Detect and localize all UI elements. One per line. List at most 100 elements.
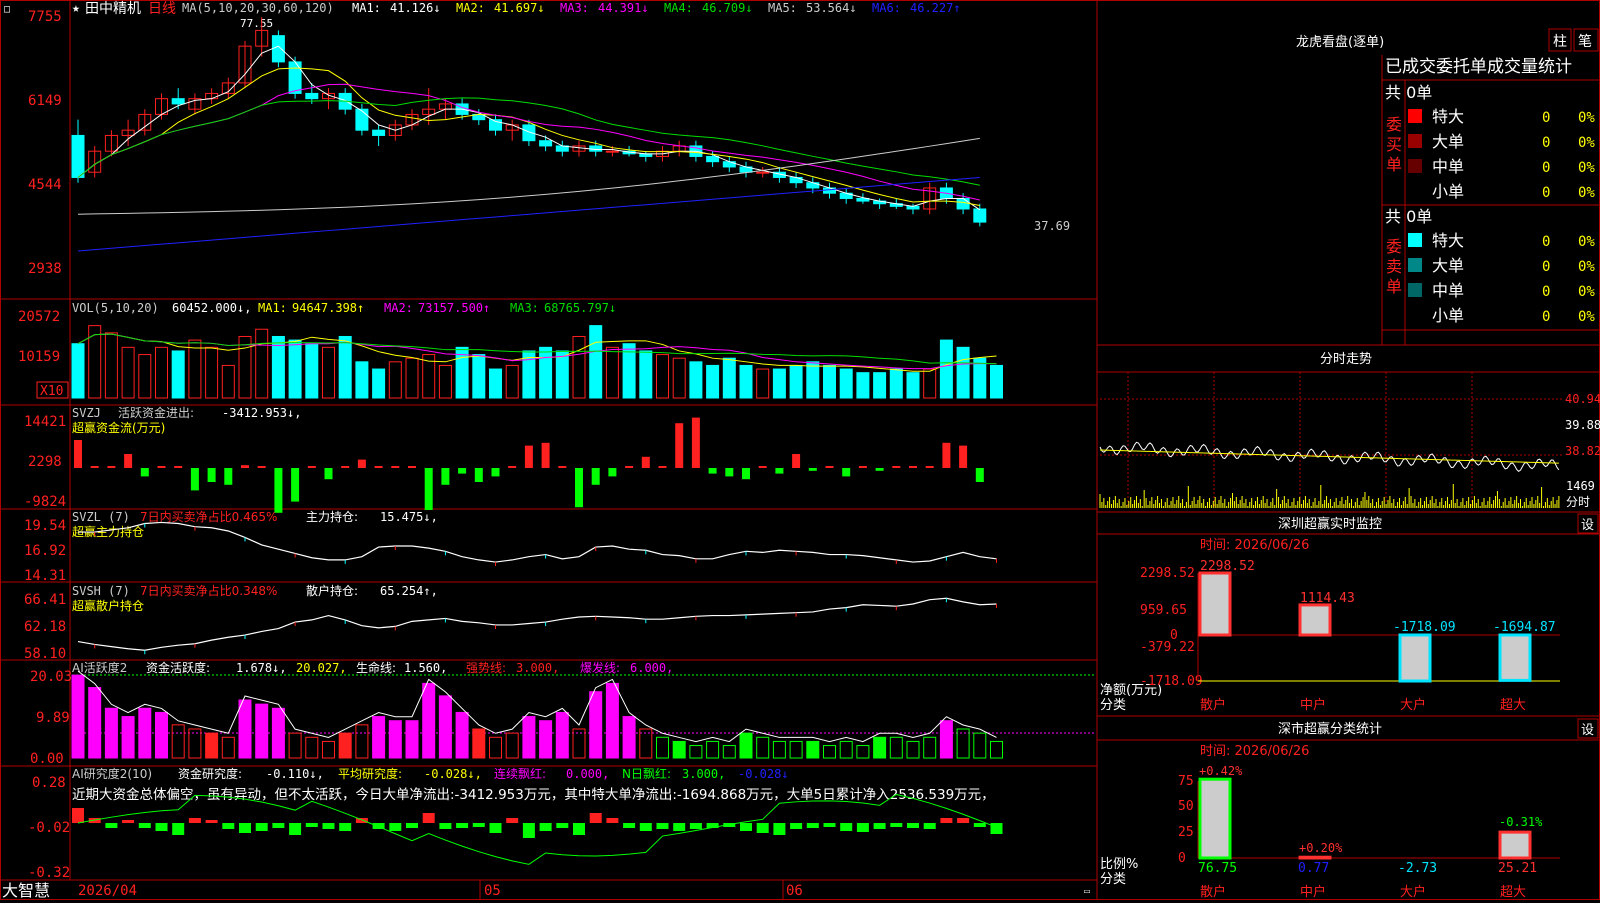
row-pct: 0% [1578, 135, 1595, 151]
favorite-star-icon[interactable]: ★ [72, 1, 80, 16]
menu-marker[interactable]: □ [4, 4, 10, 15]
flow-bar [541, 442, 550, 468]
flow-bar [775, 468, 784, 474]
activity-bar [104, 707, 118, 759]
flow-bar [241, 465, 249, 468]
row-name: 大单 [1432, 256, 1464, 275]
class-bar [1298, 855, 1332, 860]
research-bar [406, 823, 418, 828]
row-count: 0 [1542, 135, 1550, 151]
ma-name: MA2: [456, 1, 485, 15]
research-bar [289, 823, 302, 835]
ai1-t3: 生命线: [356, 660, 396, 675]
candle-body [756, 171, 770, 174]
activity-bar [489, 736, 502, 759]
category-label: 大户 [1400, 884, 1426, 900]
flow-bar [575, 468, 583, 508]
ai2-v3: 0.000, [566, 767, 609, 781]
axis-label: 6149 [28, 93, 62, 109]
flow-bar [858, 466, 867, 468]
activity-bar [355, 724, 369, 759]
ma-value: 46.709↓ [702, 1, 753, 15]
volume-bar [255, 328, 269, 399]
main-axis: 7755 6149 4544 2938 [28, 9, 62, 277]
activity-bar [238, 699, 252, 759]
activity-bar [672, 740, 686, 759]
candle-body [372, 129, 386, 136]
activity-bar [338, 732, 352, 759]
activity-bar [422, 682, 436, 759]
analysis-comment: 近期大资金总体偏空，虽有异动，但不太活跃，今日大单净流出:-3412.953万元… [72, 787, 995, 803]
research-bar [589, 813, 602, 823]
research-bar [957, 818, 970, 823]
row-pct: 0% [1578, 234, 1595, 250]
flow-bar [591, 468, 600, 485]
activity-bar [138, 707, 152, 759]
activity-bar [405, 720, 419, 759]
research-bar [439, 823, 452, 829]
flow-bar [608, 468, 617, 477]
volume-bar [138, 354, 152, 399]
panel-frames [0, 0, 1600, 900]
ai2-t1: 资金研究度: [178, 766, 242, 781]
candle-body [956, 197, 970, 210]
axis-label: 2298.52 [1140, 566, 1195, 581]
volume-bar [505, 364, 519, 399]
activity-bar [372, 716, 386, 759]
volume-bar [555, 350, 569, 399]
research-bar [823, 823, 836, 827]
flow-bar [975, 468, 984, 482]
activity-bar [772, 740, 786, 759]
research-bar [305, 823, 318, 827]
vol-ma-name: MA2: [384, 301, 413, 315]
unit-badge-label: X10 [40, 384, 63, 399]
vertical-label-char: 单 [1386, 277, 1402, 296]
flow-bar [224, 468, 233, 485]
research-bar [573, 823, 585, 835]
volume-bar [405, 357, 419, 399]
volume-bar [155, 346, 168, 399]
axis-label: 75 [1178, 774, 1194, 789]
row-swatch [1408, 308, 1422, 322]
category-label: 散户 [1200, 697, 1226, 713]
ai2-t3: 连续飘红: [494, 766, 546, 781]
activity-bar [990, 740, 1003, 759]
volume-bar [756, 368, 770, 399]
research-bar [890, 823, 903, 827]
row-swatch [1408, 109, 1422, 123]
axis-label: 7755 [28, 9, 62, 25]
flow-bar [190, 468, 199, 491]
axis-label: 959.65 [1140, 603, 1187, 618]
lock-icon[interactable]: ▭ [1084, 886, 1090, 897]
candle-body [271, 35, 285, 63]
volume-bar [171, 350, 185, 399]
volume-chart [71, 325, 1003, 399]
ai1-v3: 1.560, [404, 661, 447, 675]
stock-name[interactable]: 田中精机 [85, 1, 141, 17]
activity-bar [856, 745, 870, 759]
flow-bar [157, 466, 166, 468]
axis-label: 14.31 [24, 568, 66, 584]
candle-body [288, 61, 302, 94]
flow-bar [424, 468, 433, 510]
research-bar [606, 818, 619, 823]
row-count: 0 [1542, 259, 1550, 275]
monitor-title: 深圳超赢实时监控 [1278, 516, 1382, 532]
brand-logo: 大智慧 [2, 881, 50, 900]
activity-bar [288, 732, 302, 759]
vol-ma-line [77, 333, 997, 370]
ai2-v1: -0.110↓, [266, 767, 324, 781]
ai1-axis: 20.03 9.89 0.00 [30, 669, 72, 767]
change-label: +0.20% [1299, 841, 1343, 855]
category-label: 超大 [1500, 885, 1526, 900]
bar-value: 2298.52 [1200, 559, 1255, 574]
flow-bar [558, 466, 567, 468]
activity-bar [388, 720, 402, 759]
activity-bar [455, 711, 469, 759]
row-swatch [1408, 184, 1422, 198]
volume-bar [338, 335, 352, 399]
category-label: 中户 [1300, 884, 1326, 900]
period-label[interactable]: 日线 [148, 1, 176, 17]
flow-bar [291, 468, 300, 502]
vertical-label-char: 买 [1386, 135, 1402, 154]
